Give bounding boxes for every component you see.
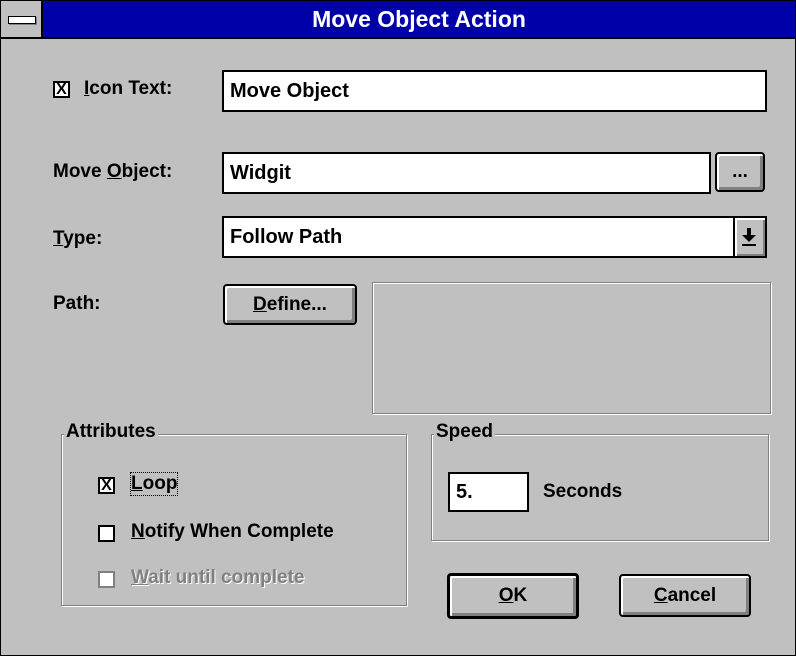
path-label: Path: (53, 293, 101, 314)
window-title: Move Object Action (312, 6, 526, 32)
loop-label: Loop (129, 472, 179, 496)
browse-button[interactable]: ... (715, 152, 765, 192)
chevron-down-icon (742, 228, 756, 246)
loop-checkbox[interactable]: X (98, 477, 115, 494)
check-mark-icon: X (101, 477, 112, 494)
speed-group-title: Speed (434, 421, 496, 443)
path-preview (372, 282, 771, 414)
system-menu-button[interactable] (1, 1, 43, 37)
ok-button[interactable]: OK (447, 573, 579, 619)
type-dropdown-button[interactable] (733, 218, 765, 256)
notify-checkbox[interactable] (98, 525, 115, 542)
cancel-button[interactable]: Cancel (619, 574, 751, 617)
move-object-input[interactable]: Widgit (222, 152, 711, 194)
move-object-action-dialog: Move Object Action X Icon Text: Move Obj… (0, 0, 796, 656)
check-mark-icon: X (56, 81, 67, 98)
define-button[interactable]: Define... (223, 284, 357, 325)
icon-text-checkbox[interactable]: X (53, 81, 70, 98)
type-label: Type: (53, 228, 103, 249)
speed-input[interactable]: 5. (448, 472, 529, 512)
notify-label: Notify When Complete (131, 521, 334, 542)
icon-text-input[interactable]: Move Object (222, 70, 767, 112)
wait-label: Wait until complete (131, 567, 305, 588)
type-dropdown-value: Follow Path (230, 225, 343, 248)
attributes-group-title: Attributes (64, 421, 158, 443)
move-object-label: Move Object: (53, 161, 173, 182)
icon-text-label: Icon Text: (84, 78, 173, 99)
seconds-label: Seconds (543, 481, 623, 502)
wait-checkbox (98, 571, 115, 588)
title-bar: Move Object Action (1, 1, 795, 39)
type-dropdown[interactable]: Follow Path (222, 216, 767, 258)
system-menu-icon (8, 16, 36, 24)
